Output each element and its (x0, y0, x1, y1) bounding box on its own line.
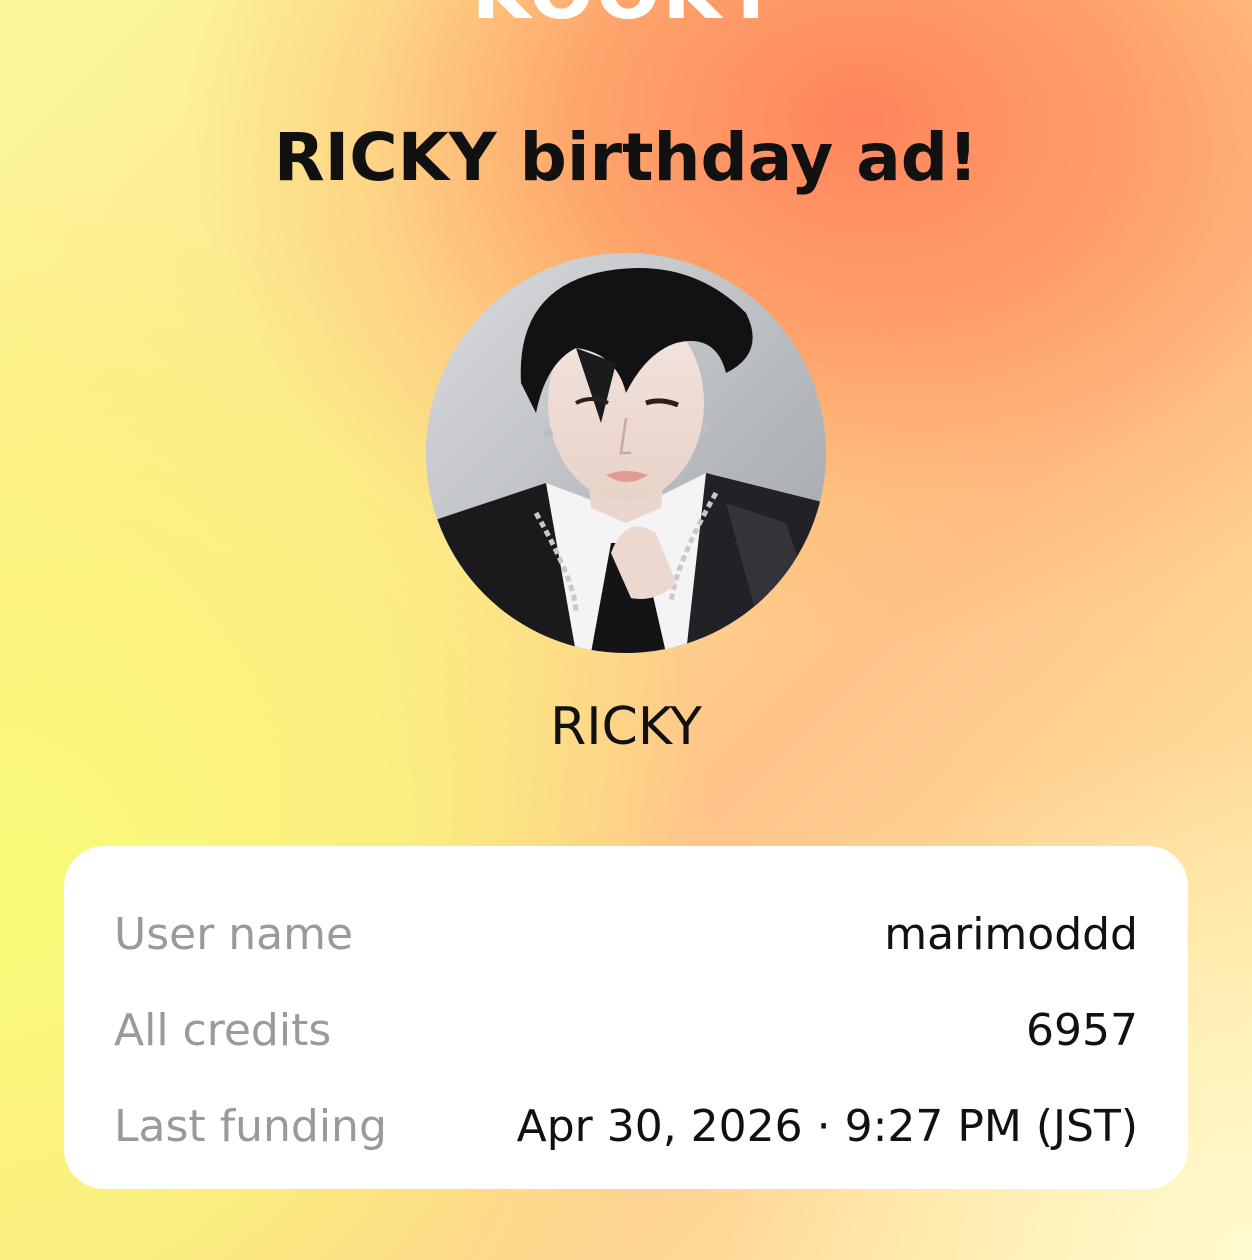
page-title: RICKY birthday ad! (273, 119, 979, 196)
artist-name: RICKY (550, 697, 702, 757)
info-card: User name marimoddd All credits 6957 Las… (64, 846, 1188, 1189)
info-row-all-credits: All credits 6957 (114, 982, 1138, 1078)
info-row-user-name: User name marimoddd (114, 886, 1138, 982)
user-name-value: marimoddd (884, 908, 1138, 960)
all-credits-label: All credits (114, 1004, 332, 1056)
user-name-label: User name (114, 908, 354, 960)
artist-avatar (426, 253, 826, 653)
all-credits-value: 6957 (1026, 1004, 1138, 1056)
brand-logo: KOOKY (0, 0, 1252, 30)
last-funding-value: Apr 30, 2026 · 9:27 PM (JST) (516, 1100, 1138, 1152)
last-funding-label: Last funding (114, 1100, 387, 1152)
info-row-last-funding: Last funding Apr 30, 2026 · 9:27 PM (JST… (114, 1078, 1138, 1174)
artist-photo-icon (426, 253, 826, 653)
